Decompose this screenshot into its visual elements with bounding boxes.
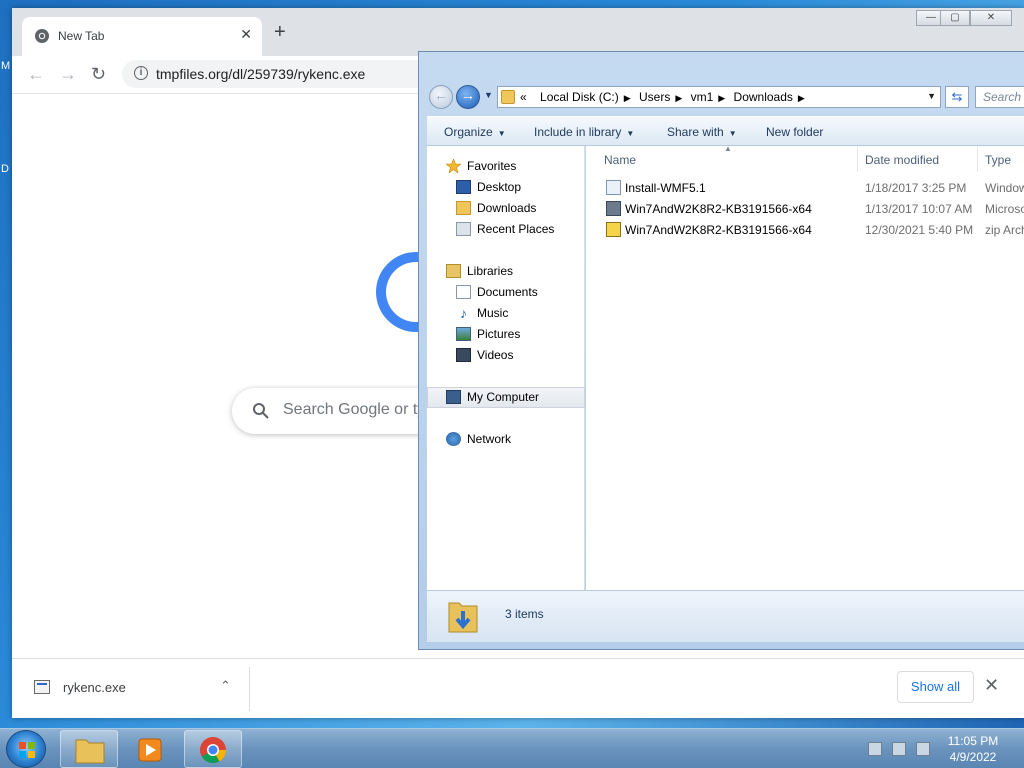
- explorer-window: ▼ « Local Disk (C:)▶ Users▶ vm1▶ Downloa…: [418, 51, 1024, 650]
- star-icon: [446, 159, 461, 173]
- breadcrumb-users[interactable]: Users: [639, 90, 670, 104]
- desktop-icon-label: D: [1, 163, 9, 175]
- taskbar-media-player-button[interactable]: [122, 730, 180, 768]
- action-center-icon[interactable]: [868, 742, 882, 756]
- desktop-icon: [456, 180, 471, 194]
- command-bar: Organize ▼ Include in library ▼ Share with…: [427, 116, 1024, 146]
- column-header-name[interactable]: Name: [586, 146, 858, 172]
- back-button[interactable]: ←: [27, 64, 45, 84]
- chevron-up-icon[interactable]: ⌃: [220, 678, 231, 694]
- tab-strip: New Tab ✕ + — ▢ ✕: [12, 8, 1024, 56]
- breadcrumb-vm1[interactable]: vm1: [691, 90, 714, 104]
- taskbar-explorer-button[interactable]: [60, 730, 118, 768]
- share-with-menu[interactable]: Share with ▼: [667, 125, 737, 139]
- update-package-icon: [606, 201, 621, 216]
- clock-time[interactable]: 11:05 PM: [940, 734, 1006, 748]
- recent-places-icon: [456, 222, 471, 236]
- network-icon: [446, 432, 461, 446]
- folder-icon: [501, 90, 515, 104]
- restore-button[interactable]: ▢: [940, 10, 970, 26]
- zip-file-icon: [606, 222, 621, 237]
- nav-documents[interactable]: Documents: [427, 282, 585, 303]
- computer-icon: [446, 390, 461, 404]
- clock-date[interactable]: 4/9/2022: [940, 750, 1006, 764]
- forward-button[interactable]: →: [59, 64, 77, 84]
- breadcrumb-local-disk[interactable]: Local Disk (C:): [540, 90, 619, 104]
- include-in-library-menu[interactable]: Include in library ▼: [534, 125, 634, 139]
- documents-icon: [456, 285, 471, 299]
- breadcrumb: « Local Disk (C:) ▶ Users ▶ vm1 ▶ Downloads…: [520, 90, 805, 104]
- recent-pages-dropdown-icon[interactable]: ▼: [484, 90, 493, 100]
- volume-muted-icon[interactable]: [916, 742, 930, 756]
- breadcrumb-downloads[interactable]: Downloads: [734, 90, 793, 104]
- taskbar: 11:05 PM 4/9/2022: [0, 728, 1024, 768]
- download-shelf: rykenc.exe ⌃ Show all ✕: [12, 658, 1024, 718]
- navigation-pane: Favorites Desktop Downloads Recent Place…: [427, 146, 585, 590]
- item-count: 3 items: [505, 607, 544, 621]
- nav-downloads[interactable]: Downloads: [427, 198, 585, 219]
- downloads-folder-icon: [448, 602, 478, 633]
- breadcrumb-overflow[interactable]: «: [520, 90, 527, 104]
- new-tab-button[interactable]: +: [274, 22, 286, 42]
- search-icon: [253, 403, 269, 419]
- windows-logo-icon: [19, 742, 35, 758]
- address-dropdown-icon[interactable]: ▼: [927, 91, 936, 101]
- chrome-icon: [200, 737, 227, 764]
- search-field[interactable]: Search Downloads: [975, 86, 1024, 108]
- nav-videos[interactable]: Videos: [427, 345, 585, 366]
- address-bar[interactable]: « Local Disk (C:) ▶ Users ▶ vm1 ▶ Downloads…: [497, 86, 941, 108]
- explorer-address-row: ▼ « Local Disk (C:)▶ Users▶ vm1▶ Downloa…: [427, 84, 1024, 110]
- tab-title: New Tab: [58, 29, 105, 43]
- new-folder-button[interactable]: New folder: [766, 125, 823, 139]
- videos-icon: [456, 348, 471, 362]
- search-input[interactable]: Search Google or ty: [283, 401, 425, 419]
- close-download-shelf-icon[interactable]: ✕: [984, 675, 999, 696]
- taskbar-chrome-button[interactable]: [184, 730, 242, 768]
- column-header-date-modified[interactable]: Date modified: [858, 146, 978, 172]
- forward-button[interactable]: [456, 85, 480, 109]
- downloads-folder-icon: [456, 201, 471, 215]
- network-tray-icon[interactable]: [892, 742, 906, 756]
- music-icon: ♪: [460, 305, 467, 321]
- folder-icon: [75, 739, 105, 764]
- url-text[interactable]: tmpfiles.org/dl/259739/rykenc.exe: [156, 66, 365, 82]
- exe-file-icon: [34, 680, 50, 694]
- start-button[interactable]: [6, 730, 46, 768]
- nav-desktop[interactable]: Desktop: [427, 177, 585, 198]
- nav-favorites[interactable]: Favorites: [427, 156, 585, 177]
- installer-file-icon: [606, 180, 621, 195]
- chrome-icon: [35, 29, 49, 43]
- file-row[interactable]: Win7AndW2K8R2-KB3191566-x64 12/30/2021 5…: [586, 220, 1024, 241]
- nav-my-computer[interactable]: My Computer: [427, 387, 585, 408]
- nav-libraries[interactable]: Libraries: [427, 261, 585, 282]
- file-row[interactable]: Install-WMF5.1 1/18/2017 3:25 PM Window: [586, 178, 1024, 199]
- file-list: ▲ Name Date modified Type Install-WMF5.1…: [586, 144, 1024, 590]
- desktop-icon-label: M: [1, 60, 11, 72]
- libraries-icon: [446, 264, 461, 278]
- back-button[interactable]: [429, 85, 453, 109]
- reload-button[interactable]: ↻: [91, 64, 106, 84]
- pictures-icon: [456, 327, 471, 341]
- tab-new-tab[interactable]: New Tab ✕: [22, 17, 262, 56]
- media-player-icon: [138, 738, 162, 762]
- file-row[interactable]: Win7AndW2K8R2-KB3191566-x64 1/13/2017 10…: [586, 199, 1024, 220]
- organize-menu[interactable]: Organize ▼: [444, 125, 506, 139]
- nav-network[interactable]: Network: [427, 429, 585, 450]
- show-all-button[interactable]: Show all: [897, 671, 974, 703]
- nav-pictures[interactable]: Pictures: [427, 324, 585, 345]
- column-header-type[interactable]: Type: [978, 146, 1024, 172]
- download-item-name[interactable]: rykenc.exe: [63, 680, 126, 695]
- tab-close-icon[interactable]: ✕: [240, 26, 252, 43]
- close-window-button[interactable]: ✕: [970, 10, 1012, 26]
- nav-recent-places[interactable]: Recent Places: [427, 219, 585, 240]
- info-icon[interactable]: i: [134, 66, 148, 80]
- details-pane: 3 items: [427, 590, 1024, 642]
- divider: [249, 667, 250, 711]
- refresh-button[interactable]: ⇆: [945, 86, 969, 108]
- nav-music[interactable]: ♪ Music: [427, 303, 585, 324]
